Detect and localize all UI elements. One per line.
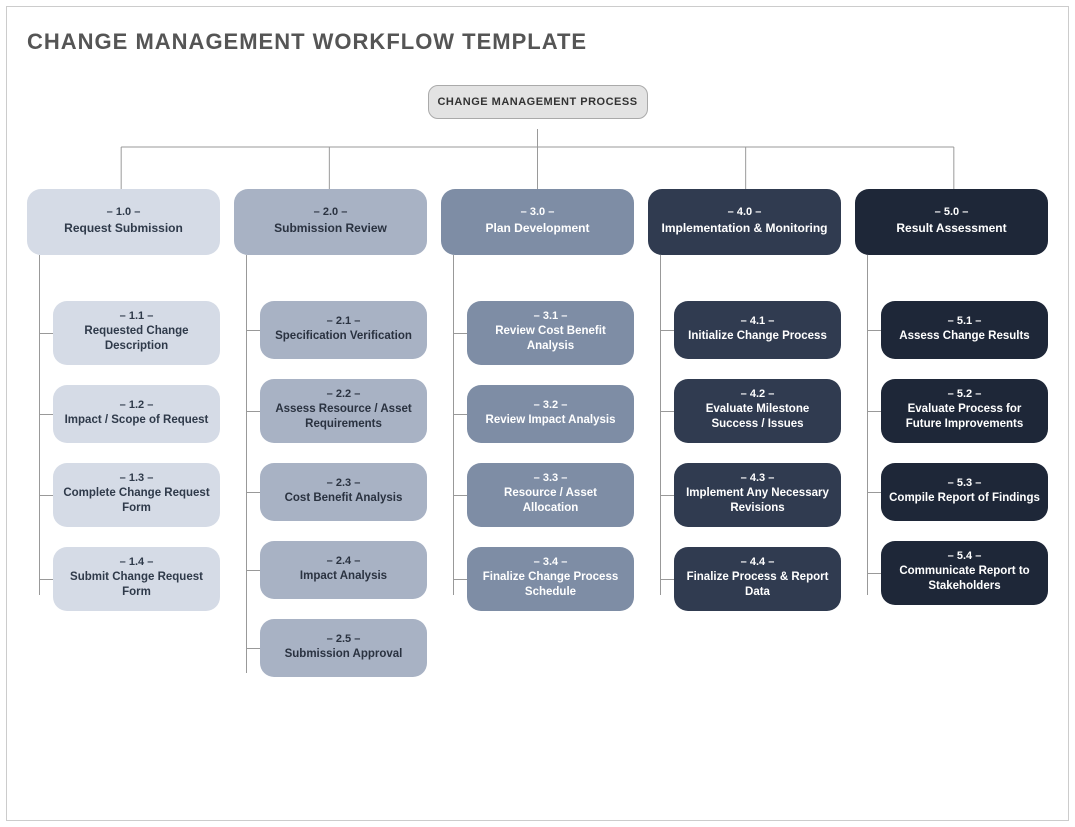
sub-number: – 4.1 –: [682, 314, 833, 329]
phase-label: Request Submission: [35, 220, 212, 237]
sub-label: Implement Any Necessary Revisions: [682, 486, 833, 517]
sub-label: Evaluate Milestone Success / Issues: [682, 402, 833, 433]
sub-label: Submit Change Request Form: [61, 570, 212, 601]
sub-number: – 1.2 –: [61, 398, 212, 413]
sub-label: Evaluate Process for Future Improvements: [889, 402, 1040, 433]
page-title: CHANGE MANAGEMENT WORKFLOW TEMPLATE: [27, 29, 1048, 55]
phase-col-2: – 2.0 – Submission Review – 2.1 –Specifi…: [234, 189, 427, 677]
sub-number: – 4.4 –: [682, 555, 833, 570]
phase-number: – 5.0 –: [863, 205, 1040, 220]
sub-number: – 2.5 –: [268, 632, 419, 647]
sub-label: Communicate Report to Stakeholders: [889, 564, 1040, 595]
sub-box: – 5.4 –Communicate Report to Stakeholder…: [881, 541, 1048, 605]
phase-number: – 4.0 –: [656, 205, 833, 220]
phase-label: Result Assessment: [863, 220, 1040, 237]
sub-number: – 5.1 –: [889, 314, 1040, 329]
sub-label: Assess Resource / Asset Requirements: [268, 402, 419, 433]
sub-number: – 3.4 –: [475, 555, 626, 570]
sub-label: Submission Approval: [268, 647, 419, 663]
sub-label: Impact Analysis: [268, 569, 419, 585]
sub-box: – 5.2 –Evaluate Process for Future Impro…: [881, 379, 1048, 443]
sub-list: – 5.1 –Assess Change Results – 5.2 –Eval…: [855, 301, 1048, 605]
phase-label: Implementation & Monitoring: [656, 220, 833, 237]
phase-col-5: – 5.0 – Result Assessment – 5.1 –Assess …: [855, 189, 1048, 677]
sub-number: – 1.4 –: [61, 555, 212, 570]
phase-col-3: – 3.0 – Plan Development – 3.1 –Review C…: [441, 189, 634, 677]
sub-box: – 1.3 –Complete Change Request Form: [53, 463, 220, 527]
sub-box: – 4.3 –Implement Any Necessary Revisions: [674, 463, 841, 527]
phase-box: – 4.0 – Implementation & Monitoring: [648, 189, 841, 255]
phase-box: – 3.0 – Plan Development: [441, 189, 634, 255]
phase-number: – 3.0 –: [449, 205, 626, 220]
sub-box: – 4.1 –Initialize Change Process: [674, 301, 841, 359]
sub-number: – 2.3 –: [268, 476, 419, 491]
sub-box: – 3.4 –Finalize Change Process Schedule: [467, 547, 634, 611]
sub-box: – 1.4 –Submit Change Request Form: [53, 547, 220, 611]
sub-box: – 1.1 –Requested Change Description: [53, 301, 220, 365]
sub-box: – 2.1 –Specification Verification: [260, 301, 427, 359]
sub-box: – 3.2 –Review Impact Analysis: [467, 385, 634, 443]
sub-box: – 4.2 –Evaluate Milestone Success / Issu…: [674, 379, 841, 443]
sub-number: – 1.3 –: [61, 471, 212, 486]
sub-number: – 2.4 –: [268, 554, 419, 569]
sub-label: Review Impact Analysis: [475, 413, 626, 429]
sub-list: – 4.1 –Initialize Change Process – 4.2 –…: [648, 301, 841, 611]
sub-number: – 3.2 –: [475, 398, 626, 413]
phase-col-1: – 1.0 – Request Submission – 1.1 –Reques…: [27, 189, 220, 677]
sub-number: – 2.2 –: [268, 387, 419, 402]
sub-label: Cost Benefit Analysis: [268, 491, 419, 507]
sub-number: – 2.1 –: [268, 314, 419, 329]
sub-box: – 2.4 –Impact Analysis: [260, 541, 427, 599]
sub-label: Finalize Change Process Schedule: [475, 570, 626, 601]
phase-box: – 5.0 – Result Assessment: [855, 189, 1048, 255]
sub-number: – 5.2 –: [889, 387, 1040, 402]
sub-number: – 3.1 –: [475, 309, 626, 324]
diagram-frame: CHANGE MANAGEMENT WORKFLOW TEMPLATE CHAN…: [6, 6, 1069, 821]
phase-number: – 2.0 –: [242, 205, 419, 220]
sub-list: – 1.1 –Requested Change Description – 1.…: [27, 301, 220, 611]
sub-label: Finalize Process & Report Data: [682, 570, 833, 601]
top-connectors: [27, 129, 1048, 189]
sub-label: Initialize Change Process: [682, 329, 833, 345]
phase-number: – 1.0 –: [35, 205, 212, 220]
sub-number: – 5.4 –: [889, 549, 1040, 564]
sub-number: – 5.3 –: [889, 476, 1040, 491]
workflow-tree: CHANGE MANAGEMENT PROCESS – 1.0 – Reques…: [27, 85, 1048, 677]
sub-box: – 1.2 –Impact / Scope of Request: [53, 385, 220, 443]
sub-box: – 4.4 –Finalize Process & Report Data: [674, 547, 841, 611]
sub-box: – 5.1 –Assess Change Results: [881, 301, 1048, 359]
phase-box: – 2.0 – Submission Review: [234, 189, 427, 255]
phase-columns: – 1.0 – Request Submission – 1.1 –Reques…: [27, 189, 1048, 677]
sub-list: – 3.1 –Review Cost Benefit Analysis – 3.…: [441, 301, 634, 611]
sub-list: – 2.1 –Specification Verification – 2.2 …: [234, 301, 427, 677]
sub-label: Review Cost Benefit Analysis: [475, 324, 626, 355]
sub-box: – 2.2 –Assess Resource / Asset Requireme…: [260, 379, 427, 443]
sub-label: Compile Report of Findings: [889, 491, 1040, 507]
sub-label: Complete Change Request Form: [61, 486, 212, 517]
sub-box: – 5.3 –Compile Report of Findings: [881, 463, 1048, 521]
sub-box: – 2.5 –Submission Approval: [260, 619, 427, 677]
sub-label: Assess Change Results: [889, 329, 1040, 345]
root-process-box: CHANGE MANAGEMENT PROCESS: [428, 85, 648, 119]
sub-box: – 2.3 –Cost Benefit Analysis: [260, 463, 427, 521]
phase-box: – 1.0 – Request Submission: [27, 189, 220, 255]
sub-number: – 4.3 –: [682, 471, 833, 486]
sub-box: – 3.1 –Review Cost Benefit Analysis: [467, 301, 634, 365]
sub-label: Impact / Scope of Request: [61, 413, 212, 429]
sub-label: Specification Verification: [268, 329, 419, 345]
sub-label: Resource / Asset Allocation: [475, 486, 626, 517]
sub-number: – 3.3 –: [475, 471, 626, 486]
phase-label: Plan Development: [449, 220, 626, 237]
sub-label: Requested Change Description: [61, 324, 212, 355]
sub-number: – 1.1 –: [61, 309, 212, 324]
sub-number: – 4.2 –: [682, 387, 833, 402]
phase-label: Submission Review: [242, 220, 419, 237]
phase-col-4: – 4.0 – Implementation & Monitoring – 4.…: [648, 189, 841, 677]
sub-box: – 3.3 –Resource / Asset Allocation: [467, 463, 634, 527]
